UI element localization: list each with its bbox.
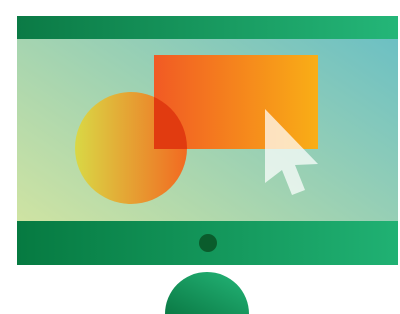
- monitor-top-bar: [17, 16, 398, 39]
- power-button-icon: [199, 234, 217, 252]
- monitor-stand: [165, 272, 249, 314]
- monitor-illustration: [0, 0, 400, 314]
- monitor-svg: [17, 16, 398, 314]
